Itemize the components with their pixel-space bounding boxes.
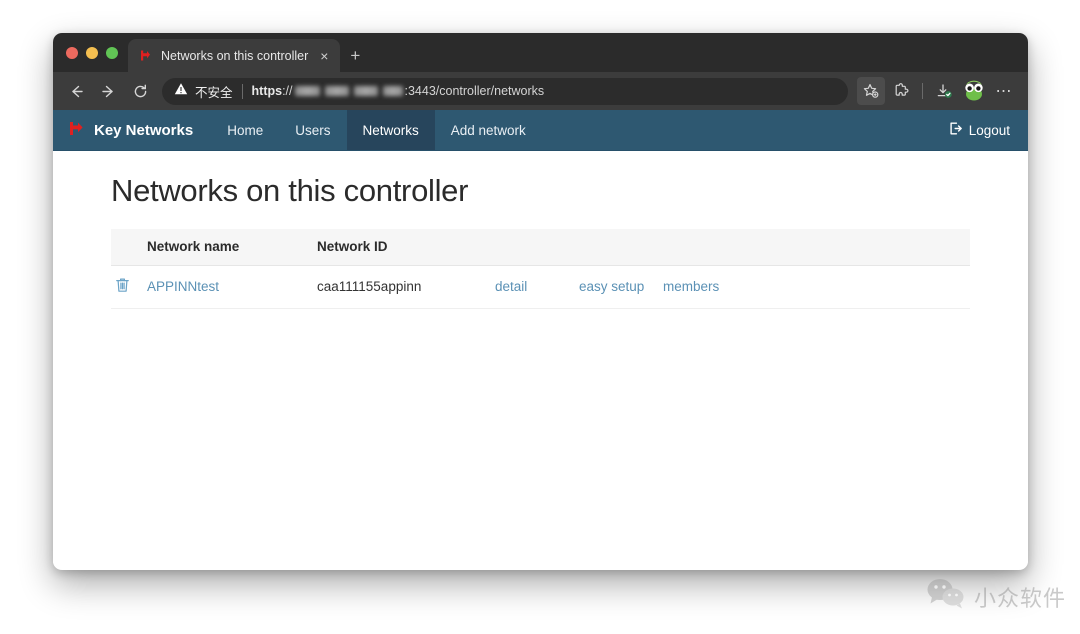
easy-setup-cell: easy setup — [579, 265, 663, 309]
trash-icon[interactable] — [115, 277, 130, 296]
nav-item-users[interactable]: Users — [279, 110, 346, 150]
new-tab-button[interactable]: + — [340, 39, 370, 72]
puzzle-icon[interactable] — [887, 77, 915, 105]
column-header-network-id: Network ID — [317, 229, 495, 266]
table-header: Network name Network ID — [111, 229, 970, 266]
watermark: 小众软件 — [926, 577, 1066, 616]
easy-setup-link[interactable]: easy setup — [579, 279, 644, 294]
wechat-icon — [926, 577, 966, 616]
members-link[interactable]: members — [663, 279, 719, 294]
page-title: Networks on this controller — [111, 173, 469, 208]
window-close-button[interactable] — [66, 46, 78, 59]
browser-menu-button[interactable]: ⋯ — [990, 77, 1018, 105]
network-id-cell: caa111155appinn — [317, 265, 495, 309]
detail-link[interactable]: detail — [495, 279, 527, 294]
browser-tab-title: Networks on this controller — [161, 48, 309, 63]
red-flag-icon — [138, 48, 153, 63]
star-plus-icon[interactable] — [857, 77, 885, 105]
window-traffic-lights — [53, 33, 128, 72]
column-header-network-name: Network name — [147, 229, 317, 266]
browser-toolbar: 不安全 https:// :3443/controller/networks ⋯ — [53, 72, 1028, 110]
red-flag-logo — [67, 119, 86, 142]
toolbar-divider — [922, 83, 923, 99]
browser-tab[interactable]: Networks on this controller × — [128, 39, 341, 72]
network-name-link[interactable]: APPINNtest — [147, 279, 219, 294]
column-header-members — [663, 229, 970, 266]
nav-item-home[interactable]: Home — [211, 110, 279, 150]
browser-tab-strip: Networks on this controller × + — [53, 33, 1028, 72]
window-minimize-button[interactable] — [86, 46, 98, 59]
column-header-detail — [495, 229, 579, 266]
security-status-label: 不安全 — [195, 84, 233, 100]
brand-label: Key Networks — [94, 121, 194, 139]
column-header-actions-icon — [111, 229, 147, 266]
url-port-path: :3443/controller/networks — [404, 84, 545, 98]
warning-icon — [174, 82, 188, 101]
nav-item-add-network[interactable]: Add network — [435, 110, 542, 150]
browser-window: Networks on this controller × + 不安全 http… — [53, 33, 1028, 570]
window-maximize-button[interactable] — [106, 46, 118, 59]
url-text: https:// :3443/controller/networks — [252, 84, 545, 98]
url-redacted-host — [294, 86, 403, 96]
address-bar[interactable]: 不安全 https:// :3443/controller/networks — [162, 77, 848, 105]
detail-cell: detail — [495, 265, 579, 309]
page-content: Networks on this controller Network name… — [53, 151, 1028, 569]
logout-label: Logout — [968, 122, 1010, 138]
back-button[interactable] — [61, 76, 91, 106]
delete-network-cell — [111, 265, 147, 309]
omnibox-divider — [241, 83, 243, 99]
table-header-row: Network name Network ID — [111, 229, 970, 266]
close-icon[interactable]: × — [316, 49, 332, 63]
table-row: APPINNtest caa111155appinn detail easy s… — [111, 265, 970, 309]
download-check-icon[interactable] — [930, 77, 958, 105]
sign-out-icon — [948, 121, 963, 139]
forward-button[interactable] — [93, 76, 123, 106]
url-separator: :// — [282, 84, 293, 98]
nav-item-networks[interactable]: Networks — [346, 110, 435, 150]
table-body: APPINNtest caa111155appinn detail easy s… — [111, 265, 970, 309]
url-scheme: https — [251, 84, 283, 98]
app-navbar: Key Networks Home Users Networks Add net… — [53, 110, 1028, 151]
network-name-cell: APPINNtest — [147, 265, 317, 309]
reload-button[interactable] — [125, 76, 155, 106]
networks-table: Network name Network ID APPINNtest caa11… — [111, 229, 970, 309]
column-header-easy-setup — [579, 229, 663, 266]
watermark-text: 小众软件 — [973, 586, 1066, 612]
logout-button[interactable]: Logout — [930, 110, 1028, 150]
brand-logo-link[interactable]: Key Networks — [53, 110, 211, 150]
members-cell: members — [663, 265, 970, 309]
frog-avatar[interactable] — [963, 80, 985, 102]
